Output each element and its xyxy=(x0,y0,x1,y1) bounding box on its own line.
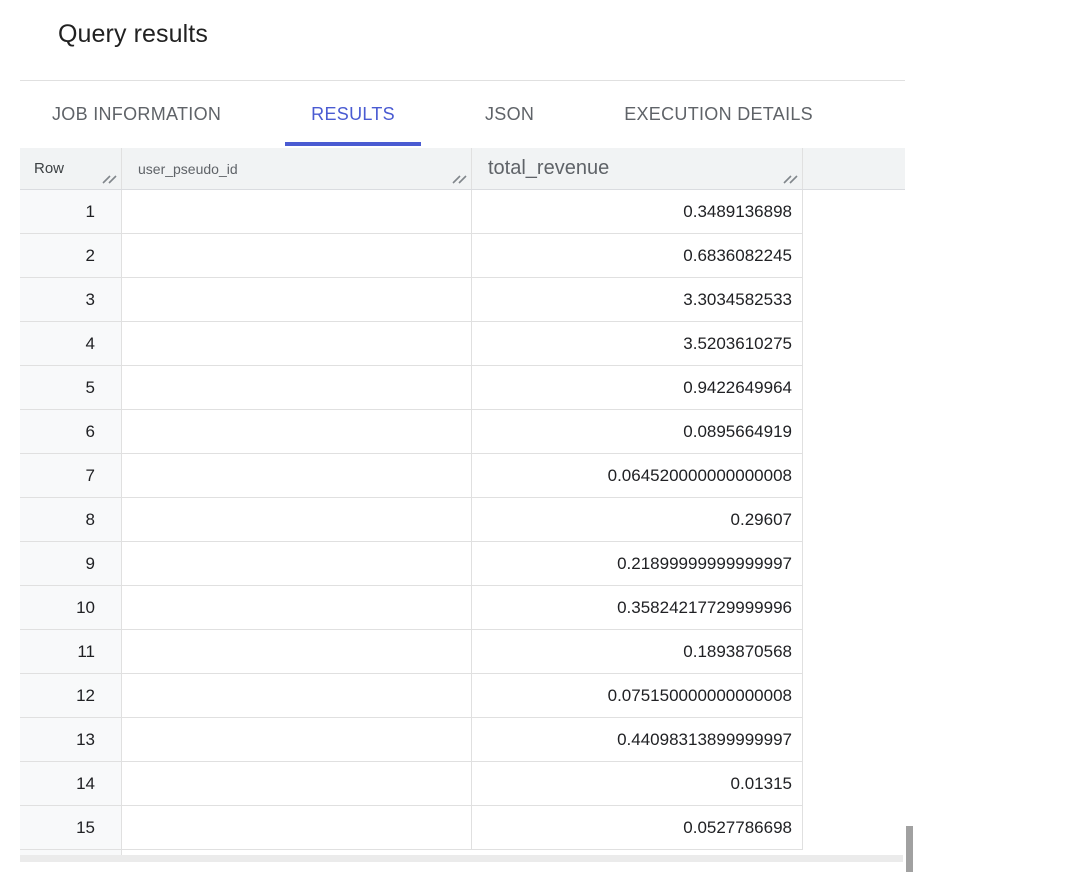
tab-execution-details[interactable]: EXECUTION DETAILS xyxy=(598,81,839,148)
table-row: 11 0.1893870568 xyxy=(20,630,905,674)
table-row: 7 0.064520000000000008 xyxy=(20,454,905,498)
results-tab-bar: JOB INFORMATION RESULTS JSON EXECUTION DETA… xyxy=(20,80,905,148)
filler-cell xyxy=(803,454,905,498)
user-pseudo-id-cell xyxy=(122,278,472,322)
column-header-row-label: Row xyxy=(34,160,64,177)
filler-cell xyxy=(803,322,905,366)
table-row: 10 0.35824217729999996 xyxy=(20,586,905,630)
results-table-body: 10.348913689820.683608224533.30345825334… xyxy=(20,190,905,850)
row-number-cell: 4 xyxy=(20,322,122,366)
filler-cell xyxy=(803,234,905,278)
tab-results[interactable]: RESULTS xyxy=(285,81,421,148)
table-row: 5 0.9422649964 xyxy=(20,366,905,410)
user-pseudo-id-cell xyxy=(122,762,472,806)
user-pseudo-id-cell xyxy=(122,454,472,498)
user-pseudo-id-cell xyxy=(122,806,472,850)
filler-cell xyxy=(803,498,905,542)
column-resize-grip-icon[interactable] xyxy=(451,173,467,185)
user-pseudo-id-cell xyxy=(122,586,472,630)
row-number-cell: 9 xyxy=(20,542,122,586)
filler-cell xyxy=(803,278,905,322)
filler-cell xyxy=(803,586,905,630)
total-revenue-cell: 0.1893870568 xyxy=(472,630,803,674)
column-header-row: Row xyxy=(20,148,122,189)
column-resize-grip-icon[interactable] xyxy=(101,173,117,185)
total-revenue-cell: 0.0527786698 xyxy=(472,806,803,850)
table-header-row: Row user_pseudo_id total_revenue xyxy=(20,148,905,190)
table-row: 9 0.21899999999999997 xyxy=(20,542,905,586)
filler-cell xyxy=(803,674,905,718)
row-number-cell: 2 xyxy=(20,234,122,278)
user-pseudo-id-cell xyxy=(122,322,472,366)
horizontal-scrollbar[interactable] xyxy=(20,855,903,862)
tab-job-information[interactable]: JOB INFORMATION xyxy=(26,81,247,148)
total-revenue-cell: 3.3034582533 xyxy=(472,278,803,322)
row-number-cell: 14 xyxy=(20,762,122,806)
total-revenue-cell: 0.064520000000000008 xyxy=(472,454,803,498)
row-number-cell: 6 xyxy=(20,410,122,454)
total-revenue-cell: 0.6836082245 xyxy=(472,234,803,278)
table-row: 3 3.3034582533 xyxy=(20,278,905,322)
user-pseudo-id-cell xyxy=(122,190,472,234)
total-revenue-cell: 0.9422649964 xyxy=(472,366,803,410)
column-header-user-pseudo-id-label: user_pseudo_id xyxy=(138,161,238,177)
filler-cell xyxy=(803,630,905,674)
tab-json[interactable]: JSON xyxy=(459,81,560,148)
table-row: 14 0.01315 xyxy=(20,762,905,806)
total-revenue-cell: 0.29607 xyxy=(472,498,803,542)
total-revenue-cell: 0.35824217729999996 xyxy=(472,586,803,630)
total-revenue-cell: 0.075150000000000008 xyxy=(472,674,803,718)
query-results-panel: Query results JOB INFORMATION RESULTS JSON… xyxy=(0,0,1073,891)
total-revenue-cell: 0.44098313899999997 xyxy=(472,718,803,762)
row-number-cell: 3 xyxy=(20,278,122,322)
page-title: Query results xyxy=(58,20,208,49)
filler-cell xyxy=(803,190,905,234)
table-row: 15 0.0527786698 xyxy=(20,806,905,850)
row-number-cell: 5 xyxy=(20,366,122,410)
total-revenue-cell: 0.01315 xyxy=(472,762,803,806)
table-row: 8 0.29607 xyxy=(20,498,905,542)
user-pseudo-id-cell xyxy=(122,234,472,278)
total-revenue-cell: 0.21899999999999997 xyxy=(472,542,803,586)
column-header-total-revenue-label: total_revenue xyxy=(488,157,609,180)
filler-cell xyxy=(803,410,905,454)
filler-cell xyxy=(803,762,905,806)
column-resize-grip-icon[interactable] xyxy=(782,173,798,185)
row-number-cell: 15 xyxy=(20,806,122,850)
table-row: 13 0.44098313899999997 xyxy=(20,718,905,762)
filler-cell xyxy=(803,542,905,586)
column-header-filler xyxy=(803,148,905,189)
table-row: 1 0.3489136898 xyxy=(20,190,905,234)
user-pseudo-id-cell xyxy=(122,410,472,454)
table-row: 2 0.6836082245 xyxy=(20,234,905,278)
total-revenue-cell: 0.0895664919 xyxy=(472,410,803,454)
filler-cell xyxy=(803,366,905,410)
filler-cell xyxy=(803,718,905,762)
table-row: 12 0.075150000000000008 xyxy=(20,674,905,718)
row-number-cell: 12 xyxy=(20,674,122,718)
row-number-cell: 8 xyxy=(20,498,122,542)
column-header-total-revenue: total_revenue xyxy=(472,148,803,189)
total-revenue-cell: 3.5203610275 xyxy=(472,322,803,366)
row-number-cell: 11 xyxy=(20,630,122,674)
row-number-cell: 13 xyxy=(20,718,122,762)
table-row: 6 0.0895664919 xyxy=(20,410,905,454)
table-row: 4 3.5203610275 xyxy=(20,322,905,366)
user-pseudo-id-cell xyxy=(122,542,472,586)
row-number-cell: 1 xyxy=(20,190,122,234)
row-number-cell: 7 xyxy=(20,454,122,498)
user-pseudo-id-cell xyxy=(122,366,472,410)
user-pseudo-id-cell xyxy=(122,674,472,718)
total-revenue-cell: 0.3489136898 xyxy=(472,190,803,234)
filler-cell xyxy=(803,806,905,850)
user-pseudo-id-cell xyxy=(122,718,472,762)
user-pseudo-id-cell xyxy=(122,498,472,542)
column-header-user-pseudo-id: user_pseudo_id xyxy=(122,148,472,189)
user-pseudo-id-cell xyxy=(122,630,472,674)
row-number-cell: 10 xyxy=(20,586,122,630)
vertical-scrollbar-thumb[interactable] xyxy=(906,826,913,872)
